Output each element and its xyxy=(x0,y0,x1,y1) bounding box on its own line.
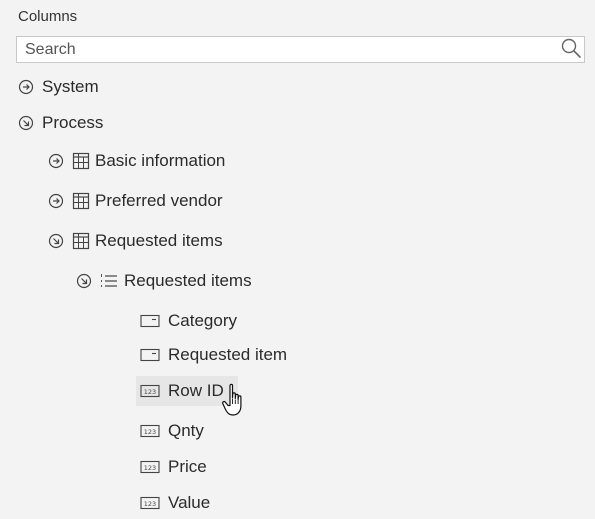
circle-arrow-down-right-icon[interactable] xyxy=(48,233,64,249)
table-icon xyxy=(72,192,90,210)
svg-text:123: 123 xyxy=(144,464,156,472)
hand-pointer-icon xyxy=(221,382,251,422)
tree-item-requested-items-list[interactable]: Requested items xyxy=(76,266,252,296)
table-icon xyxy=(72,232,90,250)
tree-item-preferred-vendor[interactable]: Preferred vendor xyxy=(48,186,223,216)
columns-heading: Columns xyxy=(18,8,78,25)
search-box xyxy=(16,36,585,63)
tree-item-label: Requested items xyxy=(95,231,223,250)
tree-item-process[interactable]: Process xyxy=(18,108,103,138)
svg-text:123: 123 xyxy=(144,500,156,508)
tree-item-label: Value xyxy=(168,493,211,512)
number-field-icon: 123 xyxy=(140,460,160,474)
tree-item-label: Preferred vendor xyxy=(95,191,223,210)
tree-item-label: System xyxy=(42,77,99,96)
tree-item-label: Process xyxy=(42,113,104,132)
tree-item-requested-item[interactable]: Requested item xyxy=(140,340,287,370)
dropdown-field-icon xyxy=(140,314,160,328)
tree-item-label: Category xyxy=(168,311,237,330)
circle-arrow-right-icon[interactable] xyxy=(18,79,34,95)
circle-arrow-down-right-icon[interactable] xyxy=(18,115,34,131)
tree-item-system[interactable]: System xyxy=(18,72,99,102)
tree-item-label: Requested item xyxy=(168,345,288,364)
tree-item-basic-information[interactable]: Basic information xyxy=(48,146,225,176)
circle-arrow-right-icon[interactable] xyxy=(48,153,64,169)
tree-item-label: Requested items xyxy=(124,271,252,290)
dropdown-field-icon xyxy=(140,348,160,362)
tree-item-qnty[interactable]: 123 Qnty xyxy=(140,416,204,446)
tree-item-category[interactable]: Category xyxy=(140,306,237,336)
table-icon xyxy=(72,152,90,170)
svg-text:123: 123 xyxy=(144,428,156,436)
columns-panel: Columns System Process Basic information xyxy=(0,0,595,519)
tree-item-price[interactable]: 123 Price xyxy=(140,452,207,482)
number-field-icon: 123 xyxy=(140,424,160,438)
svg-text:123: 123 xyxy=(144,388,156,396)
circle-arrow-down-right-icon[interactable] xyxy=(76,273,92,289)
search-icon[interactable] xyxy=(560,37,582,59)
circle-arrow-right-icon[interactable] xyxy=(48,193,64,209)
tree-item-label: Qnty xyxy=(168,421,204,440)
number-field-icon: 123 xyxy=(140,496,160,510)
tree-item-value[interactable]: 123 Value xyxy=(140,488,210,518)
tree-item-label: Price xyxy=(168,457,207,476)
tree-item-label: Basic information xyxy=(95,151,226,170)
number-field-icon: 123 xyxy=(140,384,160,398)
list-icon xyxy=(100,272,118,290)
tree-item-label: Row ID xyxy=(168,381,224,400)
tree-item-requested-items-table[interactable]: Requested items xyxy=(48,226,223,256)
search-input[interactable] xyxy=(17,37,557,62)
